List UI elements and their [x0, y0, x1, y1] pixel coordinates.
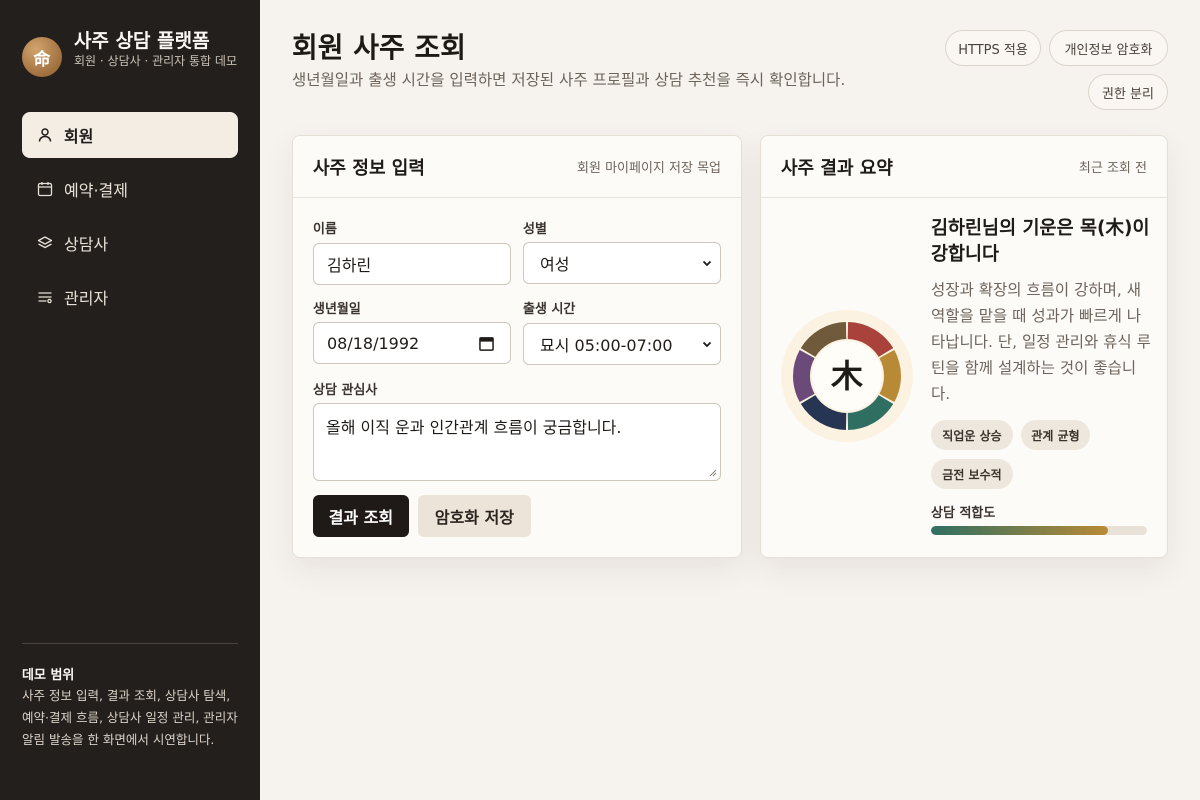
result-tag: 관계 균형 — [1021, 420, 1090, 450]
demo-scope-title: 데모 범위 — [22, 668, 75, 683]
name-value: 김하린 — [327, 256, 372, 275]
sidebar-item-label: 예약·결제 — [64, 181, 128, 200]
element-char: 木 — [830, 357, 863, 395]
birth-time-select[interactable]: 묘시 05:00-07:00 — [523, 323, 721, 365]
card-meta: 회원 마이페이지 저장 목업 — [577, 161, 721, 176]
name-label: 이름 — [313, 222, 337, 237]
layers-icon — [36, 234, 54, 252]
sidebar-nav: 회원 예약·결제 상담사 관리자 — [22, 112, 238, 328]
fit-progress-track — [931, 526, 1147, 535]
birth-date-input[interactable]: 08/18/1992 — [313, 322, 511, 364]
sidebar-item-label: 관리자 — [64, 289, 109, 308]
resize-grip-icon[interactable] — [709, 469, 717, 477]
card-header: 사주 정보 입력 회원 마이페이지 저장 목업 — [293, 136, 741, 198]
submit-button[interactable]: 결과 조회 — [313, 495, 409, 537]
interest-label: 상담 관심사 — [313, 383, 378, 398]
result-headline: 김하린님의 기운은 목(木)이 강합니다 — [931, 218, 1150, 265]
brand-title: 사주 상담 플랫폼 — [74, 30, 210, 52]
https-badge: HTTPS 적용 — [945, 30, 1041, 66]
sidebar-item-label: 상담사 — [64, 235, 109, 254]
five-elements-wheel: 木 — [781, 310, 913, 442]
result-tag: 직업운 상승 — [931, 420, 1013, 450]
sidebar-item-member[interactable]: 회원 — [22, 112, 238, 158]
card-header: 사주 결과 요약 최근 조회 전 — [761, 136, 1167, 198]
page-title: 회원 사주 조회 — [292, 31, 467, 64]
card-title: 사주 결과 요약 — [781, 157, 893, 179]
birth-date-value: 08/18/1992 — [327, 333, 420, 353]
saju-result-card: 사주 결과 요약 최근 조회 전 木 김하린님의 기운은 목(木)이 강합니다 … — [760, 135, 1168, 558]
sidebar-item-label: 회원 — [64, 127, 94, 146]
interest-value: 올해 이직 운과 인간관계 흐름이 궁금합니다. — [326, 418, 622, 437]
sidebar-item-counselor[interactable]: 상담사 — [22, 220, 238, 266]
calendar-icon[interactable] — [479, 336, 494, 351]
encryption-badge: 개인정보 암호화 — [1049, 30, 1168, 66]
sidebar: 命 사주 상담 플랫폼 회원 · 상담사 · 관리자 통합 데모 회원 예약·결… — [0, 0, 260, 800]
result-tag: 금전 보수적 — [931, 459, 1013, 489]
chevron-down-icon — [702, 341, 712, 348]
card-title: 사주 정보 입력 — [313, 157, 425, 179]
result-description: 성장과 확장의 흐름이 강하며, 새 역할을 맡을 때 성과가 빠르게 나타납니… — [931, 281, 1151, 403]
sidebar-item-admin[interactable]: 관리자 — [22, 274, 238, 320]
demo-scope-text: 사주 정보 입력, 결과 조회, 상담사 탐색, 예약·결제 흐름, 상담사 일… — [22, 688, 238, 747]
calendar-icon — [36, 180, 54, 198]
fit-progress-fill — [931, 526, 1109, 535]
wheel-segment — [793, 349, 815, 403]
interest-textarea[interactable]: 올해 이직 운과 인간관계 흐름이 궁금합니다. — [313, 403, 721, 481]
birth-time-value: 묘시 05:00-07:00 — [540, 336, 673, 355]
gender-value: 여성 — [540, 255, 570, 274]
gender-select[interactable]: 여성 — [523, 242, 721, 284]
page-description: 생년월일과 출생 시간을 입력하면 저장된 사주 프로필과 상담 추천을 즉시 … — [292, 71, 846, 89]
five-elements-chart: 木 — [793, 322, 901, 430]
permission-badge: 권한 분리 — [1088, 74, 1168, 110]
birth-label: 생년월일 — [313, 302, 361, 317]
brand-subtitle: 회원 · 상담사 · 관리자 통합 데모 — [74, 54, 237, 68]
fit-label: 상담 적합도 — [931, 506, 996, 521]
user-icon — [36, 126, 54, 144]
time-label: 출생 시간 — [523, 302, 576, 317]
sidebar-divider — [22, 643, 238, 644]
chevron-down-icon — [702, 260, 712, 267]
brand-logo: 命 — [22, 37, 62, 77]
wheel-segment — [879, 349, 901, 403]
card-meta: 최근 조회 전 — [1078, 161, 1147, 176]
sidebar-item-booking[interactable]: 예약·결제 — [22, 166, 238, 212]
encrypt-save-button[interactable]: 암호화 저장 — [418, 495, 531, 537]
gender-label: 성별 — [523, 222, 547, 237]
name-input[interactable]: 김하린 — [313, 243, 511, 285]
saju-input-card: 사주 정보 입력 회원 마이페이지 저장 목업 이름 김하린 성별 여성 생년월… — [292, 135, 742, 558]
list-settings-icon — [36, 288, 54, 306]
